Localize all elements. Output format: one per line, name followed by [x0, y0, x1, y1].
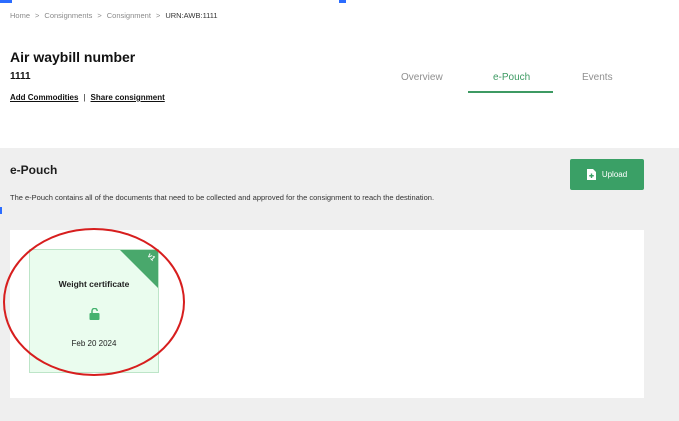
upload-label: Upload: [601, 170, 628, 179]
top-blue-marker: [339, 0, 346, 3]
breadcrumb-consignments[interactable]: Consignments: [44, 11, 92, 20]
breadcrumb-home[interactable]: Home: [10, 11, 30, 20]
upload-button[interactable]: Upload: [570, 159, 644, 190]
left-blue-marker: [0, 207, 2, 214]
page-title: Air waybill number: [10, 49, 136, 65]
link-divider: |: [83, 93, 86, 102]
unlocked-icon: [89, 307, 100, 325]
consignment-actions: Add Commodities | Share consignment: [10, 93, 165, 102]
share-consignment-link[interactable]: Share consignment: [91, 93, 165, 102]
epouch-description: The e-Pouch contains all of the document…: [10, 193, 435, 202]
document-name: Weight certificate: [58, 279, 130, 289]
active-tab-indicator: [468, 91, 553, 93]
breadcrumb-current: URN:AWB:1111: [165, 11, 218, 20]
document-date: Feb 20 2024: [71, 339, 117, 348]
file-plus-icon: [586, 169, 596, 180]
tab-events[interactable]: Events: [582, 72, 613, 83]
breadcrumb: Home > Consignments > Consignment > URN:AWB:11…: [10, 11, 218, 20]
document-card-weight-certificate[interactable]: v1 Weight certificate Feb 20 2024: [29, 249, 159, 373]
awb-number: 1111: [10, 71, 31, 82]
add-commodities-link[interactable]: Add Commodities: [10, 93, 78, 102]
top-blue-marker: [0, 0, 12, 3]
epouch-section-title: e-Pouch: [10, 163, 58, 177]
tab-epouch[interactable]: e-Pouch: [493, 72, 530, 83]
breadcrumb-separator: >: [97, 11, 102, 20]
consignment-header-panel: Home > Consignments > Consignment > URN:AWB:11…: [0, 0, 679, 148]
breadcrumb-separator: >: [155, 11, 161, 20]
tab-overview[interactable]: Overview: [401, 72, 443, 83]
breadcrumb-consignment[interactable]: Consignment: [107, 11, 151, 20]
breadcrumb-separator: >: [35, 11, 40, 20]
